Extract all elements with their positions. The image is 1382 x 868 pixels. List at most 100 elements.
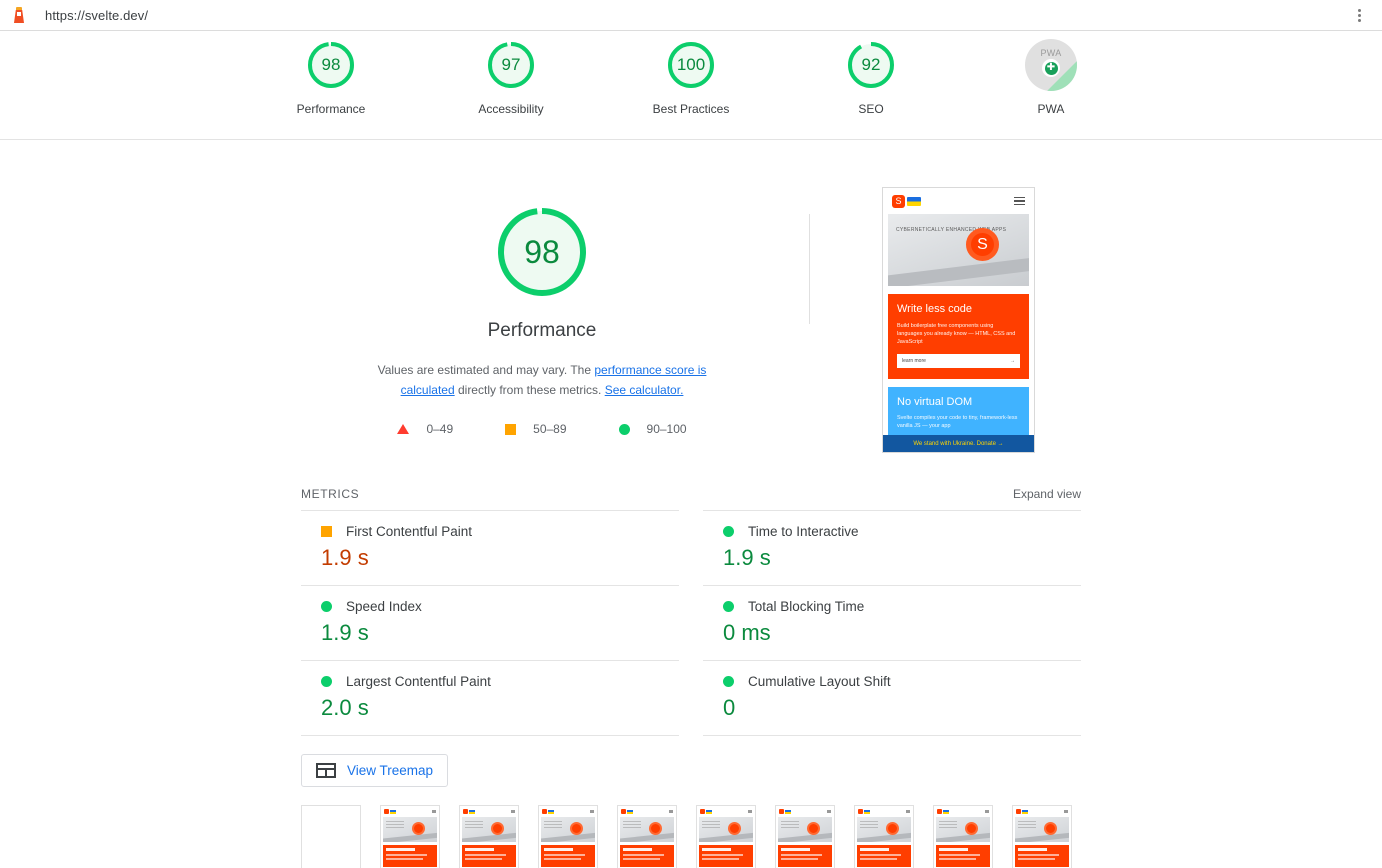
score-label: PWA [1037, 102, 1065, 116]
metric-label: Speed Index [346, 599, 422, 614]
expand-view-toggle[interactable]: Expand view [1013, 487, 1081, 501]
filmstrip-frame[interactable] [301, 805, 361, 868]
pwa-badge-icon: PWA ✚ [1025, 39, 1077, 91]
performance-description: Values are estimated and may vary. The p… [372, 360, 712, 400]
filmstrip-frame[interactable] [775, 805, 835, 868]
legend-item-pass: 90–100 [618, 422, 687, 436]
metric-row[interactable]: Largest Contentful Paint 2.0 s [301, 660, 679, 736]
circle-green-icon [321, 601, 332, 612]
card-body: Build boilerplate free components using … [897, 323, 1016, 345]
filmstrip-frame[interactable] [459, 805, 519, 868]
score-item-best-practices[interactable]: 100 Best Practices [631, 39, 751, 116]
square-orange-icon [321, 526, 332, 537]
circle-green-icon [618, 423, 630, 435]
gauge-best-practices: 100 [665, 39, 717, 91]
triangle-red-icon [397, 424, 410, 434]
metric-row[interactable]: Total Blocking Time 0 ms [703, 585, 1081, 660]
metrics-column-left: First Contentful Paint 1.9 s Speed Index… [301, 510, 679, 736]
metric-label: Time to Interactive [748, 524, 859, 539]
score-item-pwa[interactable]: PWA ✚ PWA [991, 39, 1111, 116]
score-value: 92 [861, 55, 881, 74]
vertical-divider [809, 214, 810, 324]
performance-summary: 98 Performance Values are estimated and … [347, 186, 737, 436]
circle-green-icon [723, 601, 734, 612]
score-label: SEO [858, 102, 884, 116]
metrics-section: METRICS Expand view First Contentful Pai… [301, 487, 1081, 736]
score-summary-bar: 98 Performance 97 Accessibility 100 Best… [0, 31, 1382, 140]
filmstrip-frame[interactable] [696, 805, 756, 868]
gauge-seo: 92 [845, 39, 897, 91]
legend-range: 0–49 [426, 422, 454, 436]
view-treemap-label: View Treemap [347, 763, 434, 778]
legend-item-average: 50–89 [505, 422, 567, 436]
filmstrip-frame[interactable] [617, 805, 677, 868]
metrics-header: METRICS Expand view [301, 487, 1081, 510]
arrow-right-icon: → [1010, 358, 1015, 364]
description-part-1: Values are estimated and may vary. The [377, 363, 595, 377]
metric-row[interactable]: Cumulative Layout Shift 0 [703, 660, 1081, 736]
url-bar[interactable]: https://svelte.dev/ [45, 8, 148, 23]
score-item-seo[interactable]: 92 SEO [811, 39, 931, 116]
filmstrip-frame[interactable] [1012, 805, 1072, 868]
treemap-icon [316, 763, 336, 778]
gauge-score-value: 98 [524, 233, 560, 270]
metric-row[interactable]: Speed Index 1.9 s [301, 585, 679, 660]
metrics-heading: METRICS [301, 487, 360, 501]
screenshot-nav: S [883, 188, 1034, 214]
metric-value: 1.9 s [321, 545, 369, 570]
card-title: No virtual DOM [897, 396, 973, 408]
score-label: Performance [296, 102, 366, 116]
metric-row[interactable]: First Contentful Paint 1.9 s [301, 510, 679, 585]
score-label: Accessibility [478, 102, 544, 116]
filmstrip-frame[interactable] [380, 805, 440, 868]
metrics-column-right: Time to Interactive 1.9 s Total Blocking… [703, 510, 1081, 736]
metric-value: 0 ms [723, 620, 771, 645]
score-value: 100 [676, 55, 706, 74]
score-value: 98 [321, 55, 341, 74]
metrics-grid: First Contentful Paint 1.9 s Speed Index… [301, 510, 1081, 736]
legend-range: 90–100 [646, 422, 687, 436]
svelte-logo-icon: S [892, 194, 905, 208]
score-legend: 0–49 50–89 90–100 [397, 422, 687, 436]
card-title: Write less code [897, 303, 972, 315]
metric-row[interactable]: Time to Interactive 1.9 s [703, 510, 1081, 585]
page-title: Performance [487, 320, 597, 341]
ukraine-flag-icon [907, 196, 921, 206]
score-item-performance[interactable]: 98 Performance [271, 39, 391, 116]
treemap-row: View Treemap [301, 754, 1081, 787]
score-item-accessibility[interactable]: 97 Accessibility [451, 39, 571, 116]
circle-green-icon [723, 526, 734, 537]
metric-label: Total Blocking Time [748, 599, 865, 614]
card-button-label: learn more [902, 358, 926, 364]
screenshot-hero-image: CYBERNETICALLY ENHANCED WEB APPS S [888, 214, 1029, 286]
hamburger-icon [1014, 196, 1025, 206]
report-body: 98 Performance Values are estimated and … [0, 140, 1382, 868]
filmstrip-frame[interactable] [538, 805, 598, 868]
legend-range: 50–89 [533, 422, 567, 436]
pwa-badge-text: PWA [1040, 48, 1062, 58]
page-screenshot-preview: S CYBERNETICALLY ENHANCED WEB APPS S Wri… [882, 187, 1035, 453]
gauge-performance: 98 [305, 39, 357, 91]
lighthouse-icon [11, 7, 27, 23]
browser-chrome: https://svelte.dev/ [0, 0, 1382, 31]
screenshot-filmstrip [301, 805, 1081, 868]
filmstrip-frame[interactable] [854, 805, 914, 868]
card-body: Svelte compiles your code to tiny, frame… [897, 415, 1018, 429]
view-treemap-button[interactable]: View Treemap [301, 754, 449, 787]
description-part-2: directly from these metrics. [454, 383, 605, 397]
performance-hero: 98 Performance Values are estimated and … [0, 140, 1382, 453]
metric-value: 0 [723, 695, 736, 720]
screenshot-card-write-less-code: Write less code Build boilerplate free c… [888, 294, 1029, 379]
three-dot-menu-icon[interactable] [1350, 6, 1368, 24]
square-orange-icon [505, 423, 517, 435]
pwa-check-icon: ✚ [1044, 61, 1058, 75]
filmstrip-frame[interactable] [933, 805, 993, 868]
link-see-calculator[interactable]: See calculator. [605, 383, 684, 397]
score-value: 97 [501, 55, 521, 74]
metric-value: 1.9 s [321, 620, 369, 645]
card-learn-more-button: learn more → [897, 354, 1020, 368]
gauge-performance-large: 98 [494, 204, 590, 300]
legend-item-fail: 0–49 [397, 422, 453, 436]
circle-green-icon [321, 676, 332, 687]
score-label: Best Practices [652, 102, 730, 116]
